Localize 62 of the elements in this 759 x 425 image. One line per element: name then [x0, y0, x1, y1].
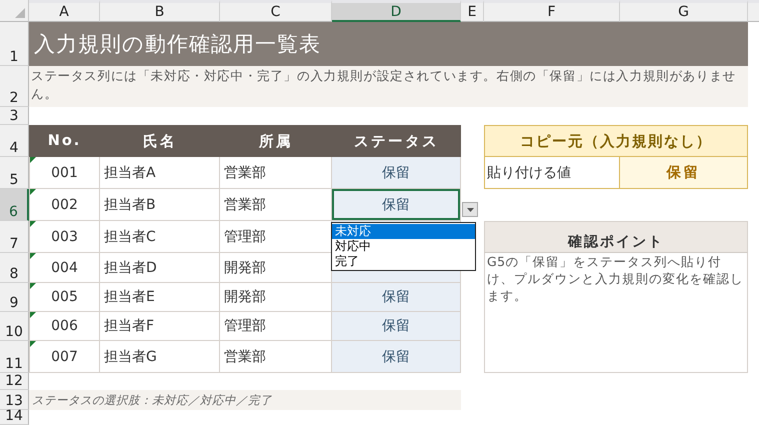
dropdown-button[interactable] [462, 202, 478, 217]
status-cell[interactable]: 保留 [332, 341, 461, 373]
table-cell: 002 [29, 189, 100, 221]
table-cell: 営業部 [220, 157, 332, 189]
table-cell: 担当者G [100, 341, 220, 373]
row-header[interactable]: 11 [0, 341, 29, 373]
column-header[interactable]: E [461, 0, 484, 22]
table-cell: 004 [29, 253, 100, 283]
table-header-cell: 所属 [220, 125, 332, 157]
column-header[interactable]: B [100, 0, 220, 22]
row-header[interactable]: 4 [0, 125, 29, 157]
row-header[interactable]: 1 [0, 22, 29, 66]
table-header-cell: ステータス [332, 125, 461, 157]
paste-value-cell: 保留 [620, 157, 748, 189]
status-cell[interactable]: 保留 [332, 312, 461, 341]
table-cell: 担当者E [100, 283, 220, 312]
copy-source-title: コピー元（入力規則なし） [484, 125, 748, 157]
row-header[interactable]: 12 [0, 373, 29, 390]
row-header[interactable]: 5 [0, 157, 29, 189]
status-cell[interactable]: 保留 [332, 157, 461, 189]
column-header[interactable]: D [332, 0, 461, 22]
table-header-cell: 氏名 [100, 125, 220, 157]
row-header[interactable]: 9 [0, 283, 29, 312]
table-cell: 担当者D [100, 253, 220, 283]
table-cell: 担当者A [100, 157, 220, 189]
column-header[interactable]: A [29, 0, 100, 22]
table-cell: 003 [29, 221, 100, 253]
status-cell[interactable]: 保留 [332, 283, 461, 312]
row-header[interactable]: 13 [0, 390, 29, 410]
select-all-icon [15, 8, 25, 18]
table-cell: 001 [29, 157, 100, 189]
dropdown-option[interactable]: 未対応 [332, 224, 475, 239]
table-cell: 006 [29, 312, 100, 341]
row-header[interactable]: 14 [0, 410, 29, 425]
row-header[interactable]: 10 [0, 312, 29, 341]
table-cell: 担当者C [100, 221, 220, 253]
table-cell: 担当者B [100, 189, 220, 221]
status-options-caption: ステータスの選択肢：未対応／対応中／完了 [29, 390, 461, 410]
row-header[interactable]: 6 [0, 189, 29, 221]
sheet-title: 入力規則の動作確認用一覧表 [29, 22, 748, 66]
row-header[interactable]: 2 [0, 66, 29, 107]
table-cell: 開発部 [220, 283, 332, 312]
row-header[interactable]: 7 [0, 221, 29, 253]
column-header[interactable]: C [220, 0, 332, 22]
column-header[interactable]: F [484, 0, 620, 22]
check-point-text: G5の「保留」をステータス列へ貼り付け、プルダウンと入力規則の変化を確認します。 [484, 253, 748, 373]
table-cell: 管理部 [220, 221, 332, 253]
table-cell: 担当者F [100, 312, 220, 341]
row-header[interactable]: 8 [0, 253, 29, 283]
active-status-cell[interactable]: 保留 [332, 189, 461, 221]
row-header[interactable]: 3 [0, 107, 29, 125]
check-point-title: 確認ポイント [484, 221, 748, 253]
table-cell: 営業部 [220, 189, 332, 221]
table-cell: 管理部 [220, 312, 332, 341]
table-cell: 005 [29, 283, 100, 312]
description-note: ステータス列には「未対応・対応中・完了」の入力規則が設定されています。右側の「保留」には入力規則がありません。 [29, 66, 748, 107]
table-header-cell: No. [29, 125, 100, 157]
table-cell: 007 [29, 341, 100, 373]
table-cell: 営業部 [220, 341, 332, 373]
caret-icon [466, 208, 474, 212]
column-header-background [748, 0, 759, 22]
column-header[interactable]: G [620, 0, 748, 22]
